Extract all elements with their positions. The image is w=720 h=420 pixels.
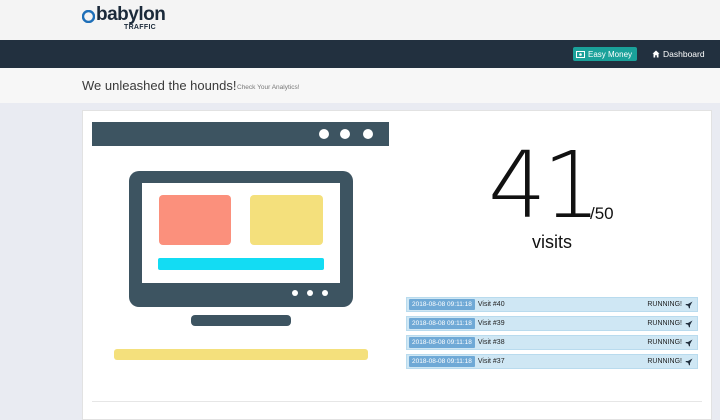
visit-status-text: RUNNING! [647,320,682,327]
list-item: 2018-08-08 09:11:18 Visit #37 RUNNING! [406,354,698,369]
computer-illustration [92,122,389,360]
rocket-icon [685,301,693,308]
brand-name: babylon [96,4,166,25]
visit-timestamp: 2018-08-08 09:11:18 [409,299,475,310]
rocket-icon [685,358,693,365]
visit-status: RUNNING! [647,336,693,349]
visit-label: Visit #38 [477,339,505,346]
list-item: 2018-08-08 09:11:18 Visit #40 RUNNING! [406,297,698,312]
visit-timestamp: 2018-08-08 09:11:18 [409,337,475,348]
page-subtitle: Check Your Analytics! [237,84,300,91]
visit-label: Visit #39 [477,320,505,327]
dashboard-link[interactable]: Dashboard [652,47,705,61]
home-icon [652,50,660,58]
easy-money-label: Easy Money [588,49,633,59]
money-icon [576,50,585,58]
easy-money-button[interactable]: Easy Money [573,47,638,61]
card-divider [92,401,702,402]
list-item: 2018-08-08 09:11:18 Visit #39 RUNNING! [406,316,698,331]
list-item: 2018-08-08 09:11:18 Visit #38 RUNNING! [406,335,698,350]
visit-status-text: RUNNING! [647,301,682,308]
visit-label: Visit #37 [477,358,505,365]
rocket-icon [685,339,693,346]
visits-label: visits [532,232,572,252]
brand-subtitle: TRAFFIC [124,24,157,31]
visit-label: Visit #40 [477,301,505,308]
visit-timestamp: 2018-08-08 09:11:18 [409,356,475,367]
visit-status-text: RUNNING! [647,339,682,346]
visit-timestamp: 2018-08-08 09:11:18 [409,318,475,329]
visit-max: /50 [590,204,614,223]
visit-status: RUNNING! [647,355,693,368]
brand-logo[interactable]: babylon TRAFFIC [82,4,166,34]
visit-list: 2018-08-08 09:11:18 Visit #40 RUNNING! 2… [406,297,698,373]
page-title: We unleashed the hounds! [82,78,237,93]
visit-count: 41 [488,132,601,239]
visit-status: RUNNING! [647,298,693,311]
babylon-logo-mark-icon [82,10,95,23]
rocket-icon [685,320,693,327]
visit-status-text: RUNNING! [647,358,682,365]
visit-status: RUNNING! [647,317,693,330]
dashboard-label: Dashboard [663,49,705,59]
